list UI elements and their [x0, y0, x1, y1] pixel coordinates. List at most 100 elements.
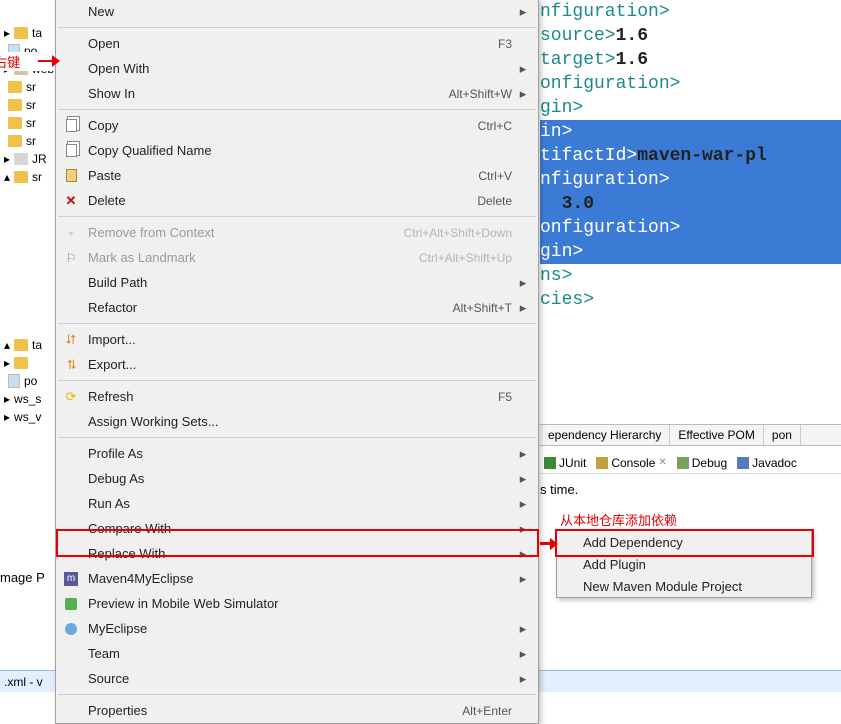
menu-label: Compare With	[88, 521, 512, 536]
tab-effective-pom[interactable]: Effective POM	[670, 425, 763, 445]
menu-label: Build Path	[88, 275, 512, 290]
menu-source[interactable]: Source▸	[56, 666, 538, 691]
submenu-arrow-icon: ▸	[518, 496, 528, 512]
tree-row[interactable]: ▸JR	[0, 150, 59, 168]
menu-label: Team	[88, 646, 512, 661]
view-icon	[677, 457, 689, 469]
submenu-arrow-icon: ▸	[518, 471, 528, 487]
views-bar[interactable]: JUnit Console✕ Debug Javadoc	[540, 452, 841, 474]
submenu-arrow-icon: ▸	[518, 621, 528, 637]
submenu-arrow-icon: ▸	[518, 61, 528, 77]
menu-label: Mark as Landmark	[88, 250, 419, 265]
blank-icon	[62, 521, 80, 537]
imp-icon: ⮃	[62, 332, 80, 348]
tree-row[interactable]: ▴ta	[0, 336, 59, 354]
menu-label: New	[88, 4, 512, 19]
menu-new[interactable]: New▸	[56, 0, 538, 24]
menu-refresh[interactable]: ⟳RefreshF5	[56, 384, 538, 409]
menu-label: MyEclipse	[88, 621, 512, 636]
tree-row[interactable]: sr	[0, 132, 59, 150]
tree-row[interactable]: ▸ws_s	[0, 390, 59, 408]
menu-properties[interactable]: PropertiesAlt+Enter	[56, 698, 538, 723]
menu-label: Profile As	[88, 446, 512, 461]
console-text: s time.	[540, 482, 578, 497]
submenu-arrow-icon: ▸	[518, 546, 528, 562]
menu-profile-as[interactable]: Profile As▸	[56, 441, 538, 466]
menu-copy[interactable]: CopyCtrl+C	[56, 113, 538, 138]
menu-show-in[interactable]: Show InAlt+Shift+W▸	[56, 81, 538, 106]
submenu-add-dependency[interactable]: Add Dependency	[557, 531, 811, 553]
menu-label: Copy Qualified Name	[88, 143, 512, 158]
tree-row[interactable]: ▴sr	[0, 168, 59, 186]
menu-shortcut: Delete	[477, 194, 512, 208]
prev-icon	[62, 596, 80, 612]
red-arrow-icon	[38, 40, 62, 80]
blank-icon	[62, 646, 80, 662]
menu-refactor[interactable]: RefactorAlt+Shift+T▸	[56, 295, 538, 320]
blank-icon	[62, 300, 80, 316]
submenu-new-maven-module-project[interactable]: New Maven Module Project	[557, 575, 811, 597]
blank-icon	[62, 61, 80, 77]
view-console[interactable]: Console✕	[596, 456, 666, 470]
menu-copy-qualified-name[interactable]: Copy Qualified Name	[56, 138, 538, 163]
menu-label: Open With	[88, 61, 512, 76]
blank-icon	[62, 275, 80, 291]
menu-compare-with[interactable]: Compare With ▸	[56, 516, 538, 541]
tree-row[interactable]: sr	[0, 96, 59, 114]
editor-subtabs[interactable]: ependency Hierarchy Effective POM pon	[540, 424, 841, 446]
view-javadoc[interactable]: Javadoc	[737, 456, 797, 470]
tree-row[interactable]: sr	[0, 114, 59, 132]
menu-mark-as-landmark: ⚐Mark as LandmarkCtrl+Alt+Shift+Up	[56, 245, 538, 270]
context-menu[interactable]: New▸OpenF3Open With▸Show InAlt+Shift+W▸C…	[55, 0, 539, 724]
submenu-label: New Maven Module Project	[583, 579, 801, 594]
menu-replace-with[interactable]: Replace With▸	[56, 541, 538, 566]
annotation-add-dep: 从本地仓库添加依赖	[560, 510, 677, 529]
menu-run-as[interactable]: Run As▸	[56, 491, 538, 516]
menu-preview-in-mobile-web-simulator[interactable]: Preview in Mobile Web Simulator	[56, 591, 538, 616]
blank-icon	[62, 471, 80, 487]
menu-open[interactable]: OpenF3	[56, 31, 538, 56]
tree-row[interactable]: ▸	[0, 354, 59, 372]
menu-open-with[interactable]: Open With ▸	[56, 56, 538, 81]
project-tree[interactable]: ▸ta pom.xml右键 po ▸web sr sr sr sr ▸JR ▴s…	[0, 0, 60, 692]
menu-paste[interactable]: PasteCtrl+V	[56, 163, 538, 188]
menu-separator	[58, 216, 536, 217]
view-junit[interactable]: JUnit	[544, 456, 586, 470]
context-submenu[interactable]: Add Dependency Add Plugin New Maven Module…	[556, 530, 812, 598]
code-editor[interactable]: nfiguration>source>1.6target>1.6onfigura…	[540, 0, 841, 312]
menu-myeclipse[interactable]: MyEclipse ▸	[56, 616, 538, 641]
tree-row[interactable]: sr	[0, 78, 59, 96]
menu-label: Paste	[88, 168, 478, 183]
menu-assign-working-sets[interactable]: Assign Working Sets...	[56, 409, 538, 434]
menu-separator	[58, 694, 536, 695]
menu-team[interactable]: Team▸	[56, 641, 538, 666]
menu-label: Remove from Context	[88, 225, 404, 240]
blank-icon	[62, 703, 80, 719]
menu-label: Refactor	[88, 300, 453, 315]
blank-icon	[62, 496, 80, 512]
red-arrow-icon	[540, 538, 560, 550]
view-debug[interactable]: Debug	[677, 456, 727, 470]
submenu-arrow-icon: ▸	[518, 571, 528, 587]
menu-import[interactable]: ⮃ Import...	[56, 327, 538, 352]
tab-dep-hierarchy[interactable]: ependency Hierarchy	[540, 425, 670, 445]
menu-label: Source	[88, 671, 512, 686]
menu-build-path[interactable]: Build Path▸	[56, 270, 538, 295]
tree-row[interactable]: ▸ws_v	[0, 408, 59, 426]
menu-export[interactable]: ⮁Export...	[56, 352, 538, 377]
view-icon	[737, 457, 749, 469]
menu-label: Refresh	[88, 389, 498, 404]
menu-delete[interactable]: ✕DeleteDelete	[56, 188, 538, 213]
blank-icon	[62, 36, 80, 52]
menu-debug-as[interactable]: Debug As▸	[56, 466, 538, 491]
tree-row[interactable]: po	[0, 372, 59, 390]
close-icon[interactable]: ✕	[658, 457, 666, 468]
submenu-arrow-icon: ▸	[518, 521, 528, 537]
menu-separator	[58, 380, 536, 381]
menu-label: Import...	[88, 332, 512, 347]
menu-separator	[58, 27, 536, 28]
submenu-add-plugin[interactable]: Add Plugin	[557, 553, 811, 575]
tab-pom[interactable]: pon	[764, 425, 801, 445]
menu-maven4myeclipse[interactable]: mMaven4MyEclipse▸	[56, 566, 538, 591]
submenu-label: Add Dependency	[583, 535, 801, 550]
